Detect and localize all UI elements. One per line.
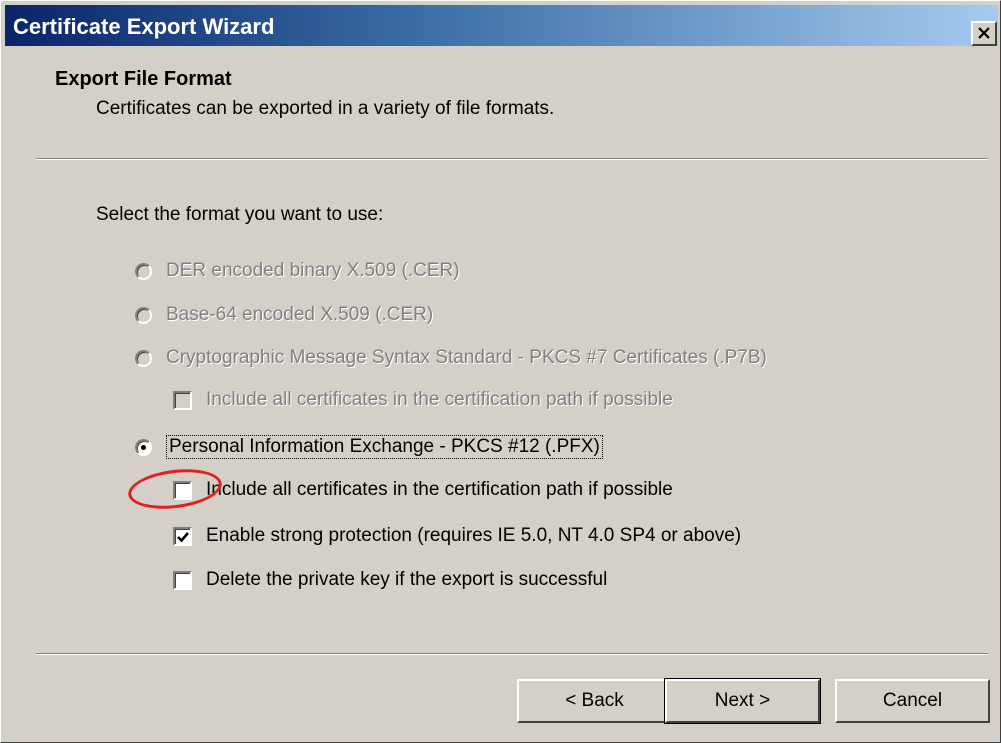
footer-divider xyxy=(36,653,988,655)
option-der-row: DER encoded binary X.509 (.CER) xyxy=(135,260,460,282)
option-pkcs7-row: Cryptographic Message Syntax Standard - … xyxy=(135,347,767,369)
pkcs7-include-all-checkbox[interactable] xyxy=(173,390,192,410)
der-label: DER encoded binary X.509 (.CER) xyxy=(166,260,460,281)
delete-private-key-checkbox[interactable] xyxy=(173,570,192,590)
title-bar[interactable]: Certificate Export Wizard xyxy=(5,5,998,46)
back-button[interactable]: < Back xyxy=(517,679,672,723)
pkcs7-include-all-row: Include all certificates in the certific… xyxy=(173,389,673,411)
strong-protection-label: Enable strong protection (requires IE 5.… xyxy=(206,525,742,546)
delete-private-key-label: Delete the private key if the export is … xyxy=(206,569,608,590)
close-icon xyxy=(978,27,990,39)
pkcs7-include-all-label: Include all certificates in the certific… xyxy=(206,389,673,410)
page-subtitle: Certificates can be exported in a variet… xyxy=(96,98,555,119)
der-radio[interactable] xyxy=(135,262,152,280)
header-divider xyxy=(36,158,988,160)
window-title: Certificate Export Wizard xyxy=(13,14,275,39)
pfx-label: Personal Information Exchange - PKCS #12… xyxy=(166,435,603,459)
pfx-radio[interactable] xyxy=(135,438,152,456)
certificate-export-wizard-window: Certificate Export Wizard Export File Fo… xyxy=(0,0,1001,743)
format-prompt: Select the format you want to use: xyxy=(96,204,384,225)
delete-private-key-row: Delete the private key if the export is … xyxy=(173,569,607,591)
pfx-include-all-row: Include all certificates in the certific… xyxy=(173,479,673,501)
radio-selected-dot xyxy=(141,444,146,450)
checkmark-icon xyxy=(177,531,189,542)
cancel-button[interactable]: Cancel xyxy=(835,679,990,723)
next-button[interactable]: Next > xyxy=(664,678,821,724)
pfx-include-all-label: Include all certificates in the certific… xyxy=(206,479,673,500)
base64-label: Base-64 encoded X.509 (.CER) xyxy=(166,304,434,325)
strong-protection-row: Enable strong protection (requires IE 5.… xyxy=(173,525,741,547)
close-button[interactable] xyxy=(971,21,997,46)
option-base64-row: Base-64 encoded X.509 (.CER) xyxy=(135,304,433,326)
page-title: Export File Format xyxy=(55,68,232,90)
option-pfx-row: Personal Information Exchange - PKCS #12… xyxy=(135,435,603,459)
pkcs7-label: Cryptographic Message Syntax Standard - … xyxy=(166,347,767,368)
strong-protection-checkbox[interactable] xyxy=(173,526,192,546)
base64-radio[interactable] xyxy=(135,306,152,324)
pfx-include-all-checkbox[interactable] xyxy=(173,480,192,500)
pkcs7-radio[interactable] xyxy=(135,349,152,367)
